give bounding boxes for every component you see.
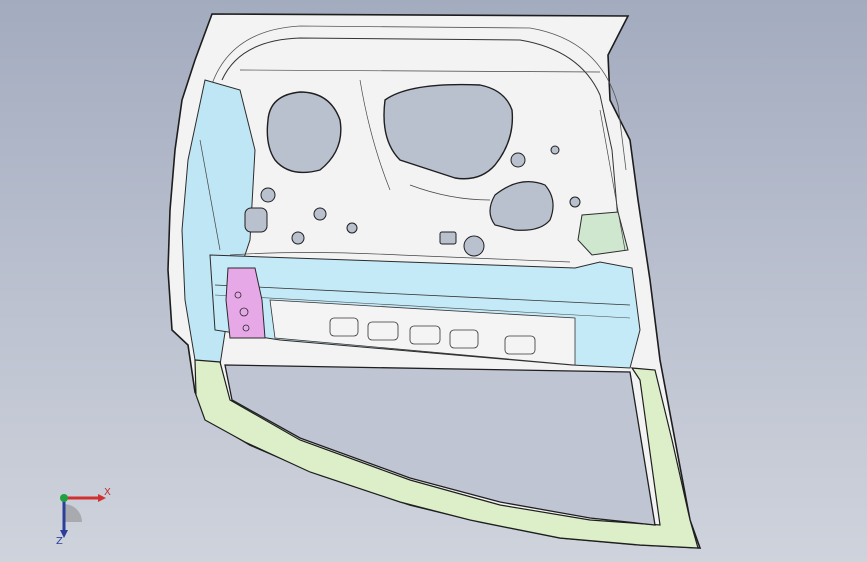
speaker-hole	[266, 91, 342, 174]
door-panel-model[interactable]	[0, 0, 867, 562]
graphics-viewport[interactable]: X Z	[0, 0, 867, 562]
x-axis-label: X	[104, 487, 111, 498]
z-axis-label: Z	[56, 536, 63, 547]
coordinate-triad: X Z	[56, 487, 111, 547]
